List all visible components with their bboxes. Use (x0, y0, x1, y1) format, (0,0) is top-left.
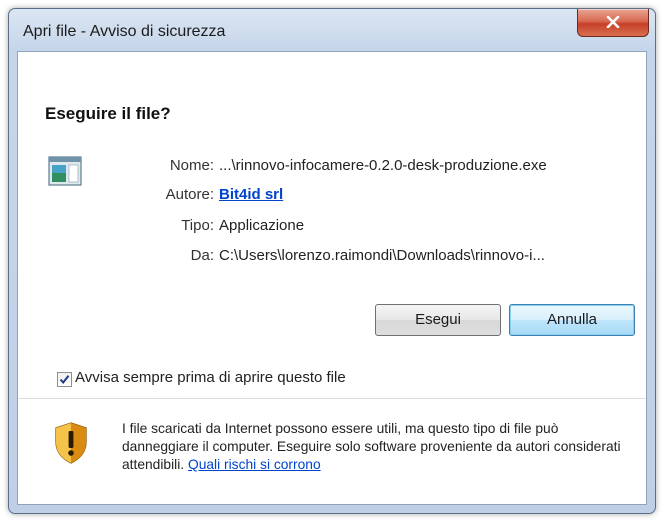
checkmark-icon (59, 375, 70, 385)
risks-link[interactable]: Quali rischi si corrono (188, 457, 321, 472)
always-warn-checkbox[interactable] (57, 372, 72, 387)
divider (18, 398, 646, 399)
cancel-button[interactable]: Annulla (509, 304, 635, 336)
close-button[interactable] (577, 9, 649, 37)
type-value: Applicazione (219, 217, 305, 234)
window-title: Apri file - Avviso di sicurezza (23, 23, 226, 40)
run-button[interactable]: Esegui (375, 304, 501, 336)
from-value: C:\Users\lorenzo.raimondi\Downloads\rinn… (219, 247, 545, 264)
security-warning-dialog: Apri file - Avviso di sicurezza Eseguire… (8, 8, 656, 514)
security-shield-warning-icon (54, 422, 88, 469)
author-label: Autore: (165, 186, 214, 203)
name-value: ...\rinnovo-infocamere-0.2.0-desk-produz… (219, 157, 547, 174)
always-warn-label[interactable]: Avvisa sempre prima di aprire questo fil… (75, 369, 346, 386)
dialog-heading: Eseguire il file? (45, 104, 171, 123)
title-bar[interactable]: Apri file - Avviso di sicurezza (9, 9, 655, 51)
close-icon (606, 16, 620, 28)
from-label: Da: (190, 247, 214, 264)
author-link[interactable]: Bit4id srl (219, 186, 283, 203)
name-label: Nome: (169, 157, 214, 174)
dialog-content: Eseguire il file? Nome: ...\rinnovo-info… (17, 51, 647, 505)
warning-message: I file scaricati da Internet possono ess… (122, 420, 632, 474)
application-window-icon (48, 156, 82, 191)
type-label: Tipo: (181, 217, 214, 234)
